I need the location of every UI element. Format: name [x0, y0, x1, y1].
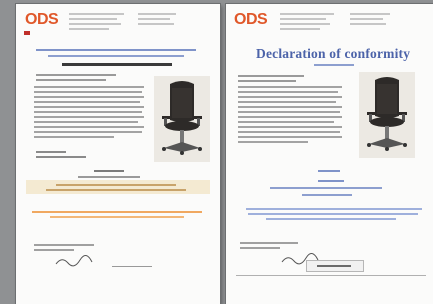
standard-label	[318, 180, 344, 182]
statement-line	[248, 213, 418, 215]
signature-scribble	[55, 255, 93, 267]
highlight-line	[32, 211, 202, 213]
text-line	[36, 151, 66, 153]
company-logo: ODS	[234, 11, 268, 28]
signature-line	[112, 266, 152, 267]
intro-line	[36, 49, 196, 51]
footer-rule	[236, 275, 426, 276]
product-code-list	[34, 86, 144, 138]
text-line	[36, 74, 116, 76]
company-logo: ODS	[25, 11, 59, 28]
standard-label	[94, 170, 124, 172]
signature-text	[240, 242, 298, 244]
subtitle-line	[314, 64, 354, 66]
signature-text	[34, 244, 94, 246]
standards-line	[56, 184, 176, 186]
standard-label	[78, 176, 140, 178]
text-line	[36, 79, 106, 81]
intro-line	[48, 55, 184, 57]
company-address-block	[280, 13, 335, 33]
text-line	[238, 80, 296, 82]
text-line	[238, 75, 304, 77]
document-page-right: ODS Declaration of conformity	[226, 4, 433, 304]
text-line	[36, 156, 86, 158]
product-code-list	[238, 86, 342, 143]
office-chair-photo	[359, 72, 415, 158]
page-marker	[24, 31, 30, 35]
standards-line	[46, 189, 186, 191]
standards-line	[270, 187, 382, 189]
highlight-line	[50, 216, 184, 218]
signature-text	[34, 249, 74, 251]
standard-label	[318, 170, 340, 172]
company-address-block	[69, 13, 124, 33]
document-title: Declaration of conformity	[256, 46, 411, 61]
office-chair-photo	[154, 76, 210, 162]
company-contact-block	[138, 13, 178, 28]
standards-line	[302, 194, 352, 196]
stamp-box	[306, 260, 364, 272]
statement-line	[246, 208, 422, 210]
statement-line	[266, 218, 396, 220]
company-contact-block	[350, 13, 392, 28]
standards-band	[26, 180, 210, 194]
document-page-left: ODS	[16, 4, 220, 304]
signature-text	[240, 247, 280, 249]
document-heading	[62, 63, 172, 66]
